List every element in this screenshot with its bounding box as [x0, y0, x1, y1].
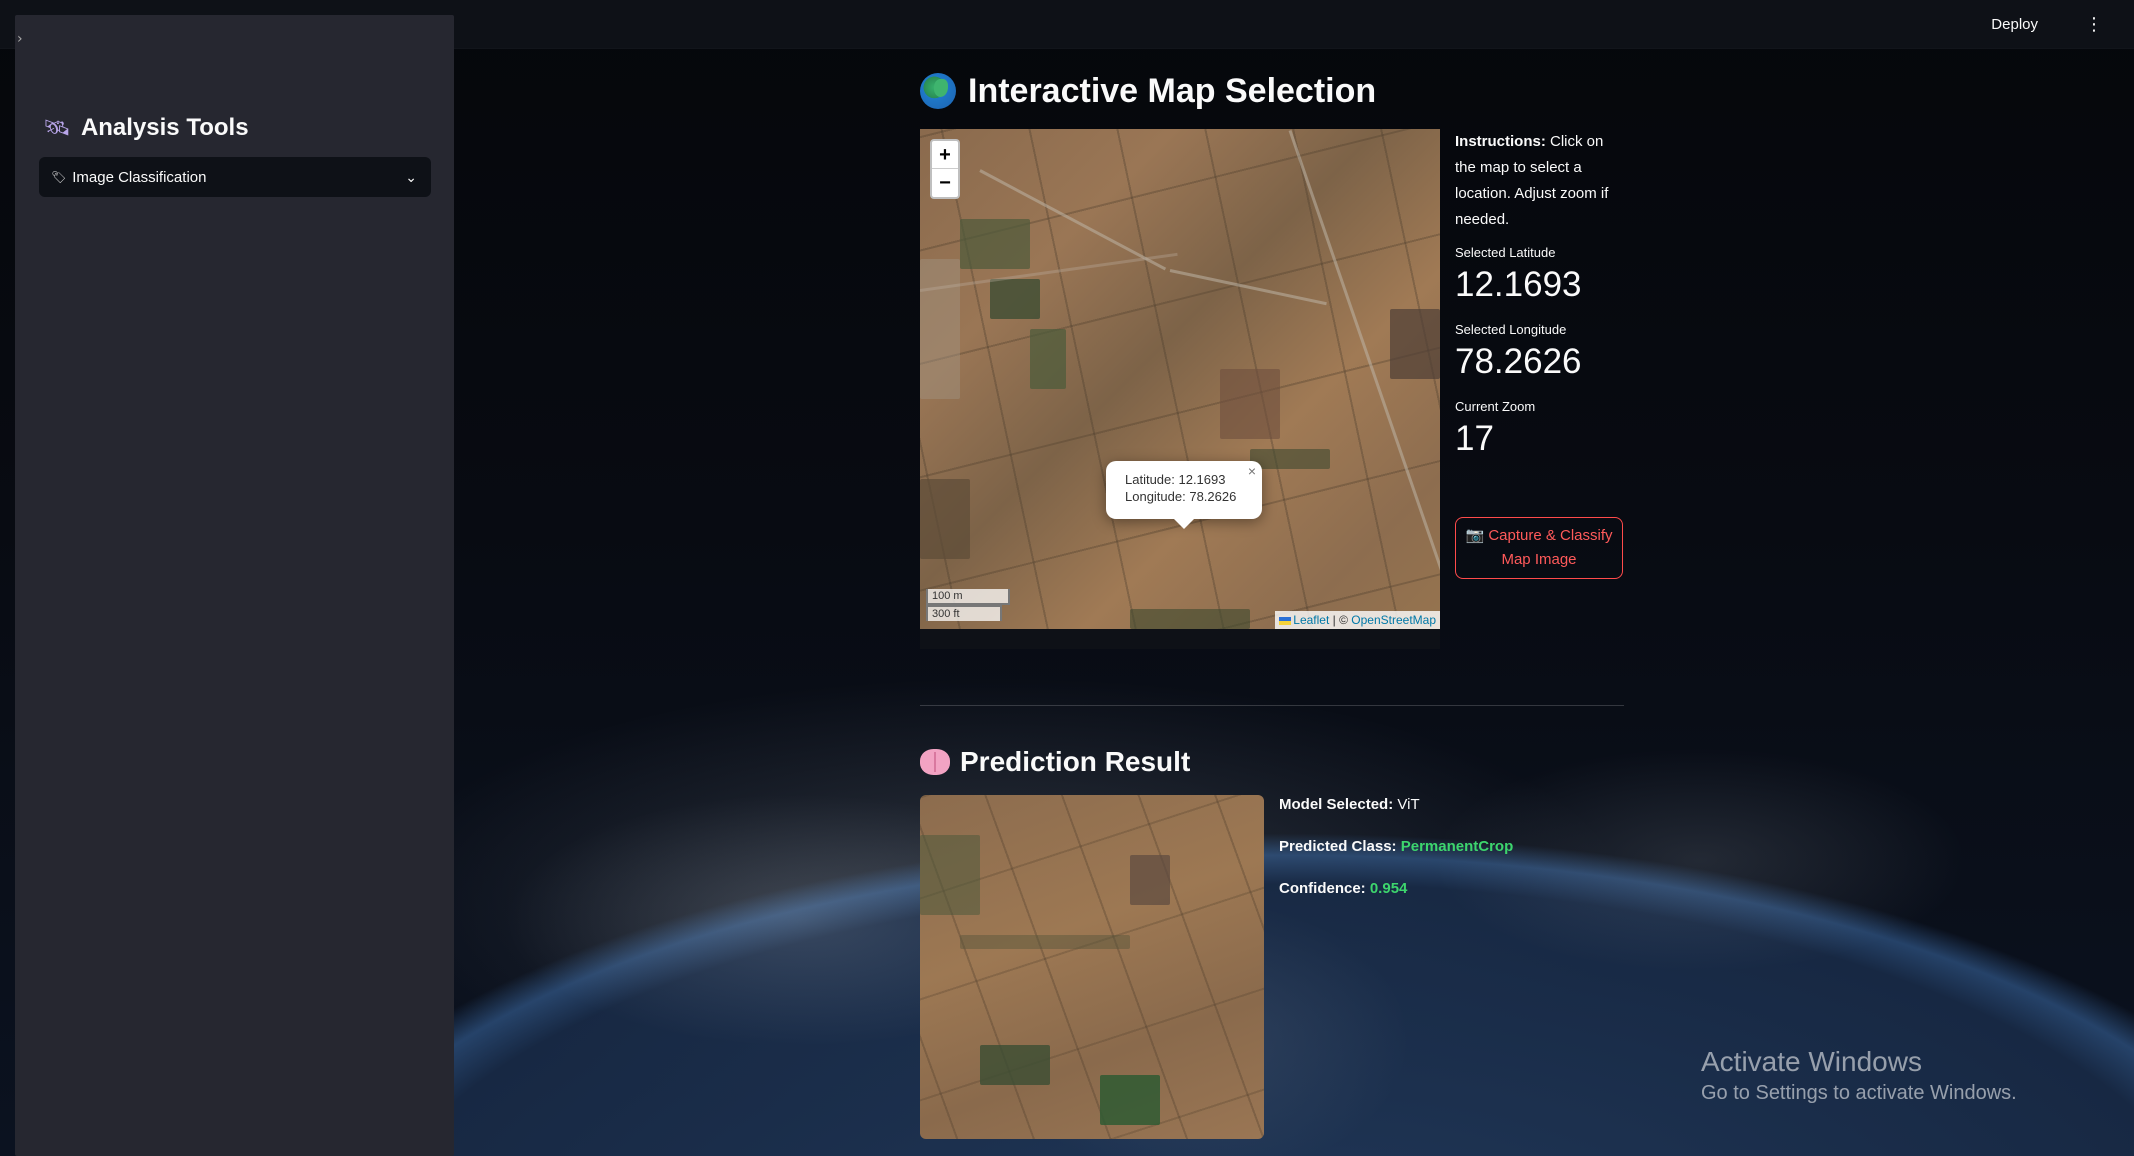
main-content: Interactive Map Selection + − × Latitude…: [920, 0, 1624, 1156]
image-vegetation-patch: [920, 835, 980, 915]
chevron-down-icon[interactable]: ⌄: [405, 169, 417, 186]
zoom-metric-label: Current Zoom: [1455, 399, 1536, 414]
brain-icon: [920, 749, 950, 775]
predicted-class-value: PermanentCrop: [1400, 838, 1514, 855]
scale-metric: 100 m: [926, 589, 1010, 605]
analysis-type-select[interactable]: 🏷 Image Classification ⌄: [39, 157, 431, 197]
confidence-row: Confidence: 0.954: [1279, 879, 1513, 921]
popup-latitude: Latitude: 12.1693: [1125, 472, 1226, 487]
zoom-in-button[interactable]: +: [932, 141, 958, 169]
satellite-icon: 🛰: [43, 115, 71, 141]
app-root: Deploy ⋮ › 🛰 Analysis Tools 🏷 Image Clas…: [0, 0, 2134, 1156]
main-menu-icon[interactable]: ⋮: [2082, 12, 2106, 38]
location-popup: × Latitude: 12.1693 Longitude: 78.2626: [1106, 461, 1262, 529]
longitude-metric-label: Selected Longitude: [1455, 322, 1567, 337]
image-vegetation-patch: [980, 1045, 1050, 1085]
ukraine-flag-icon: [1279, 616, 1292, 625]
latitude-metric-value: 12.1693: [1455, 265, 1582, 304]
globe-icon: [920, 73, 956, 109]
map-vegetation-patch: [990, 279, 1040, 319]
map-field-patch: [1220, 369, 1280, 439]
map-attribution: Leaflet | © OpenStreetMap: [1275, 611, 1440, 629]
deploy-button[interactable]: Deploy: [1985, 12, 2044, 38]
map-container: + − × Latitude: 12.1693 Longitude: 78.26…: [920, 129, 1440, 649]
openstreetmap-link[interactable]: OpenStreetMap: [1351, 613, 1436, 627]
model-selected-row: Model Selected: ViT: [1279, 795, 1513, 837]
map-dark-field-patch: [1390, 309, 1440, 379]
map-scale-bar: 100 m 300 ft: [926, 589, 1010, 621]
zoom-metric-value: 17: [1455, 419, 1494, 458]
prediction-details: Model Selected: ViT Predicted Class: Per…: [1279, 795, 1513, 921]
capture-classify-button[interactable]: 📷 Capture & Classify Map Image: [1455, 517, 1623, 579]
image-tree-row: [960, 935, 1130, 949]
sidebar: › 🛰 Analysis Tools 🏷 Image Classificatio…: [15, 15, 454, 1156]
map-vegetation-patch: [1030, 329, 1066, 389]
confidence-label: Confidence:: [1279, 880, 1366, 897]
sidebar-title-text: Analysis Tools: [80, 114, 249, 141]
map-section-title: Interactive Map Selection: [968, 71, 1377, 110]
camera-icon: 📷: [1465, 527, 1485, 544]
longitude-metric-value: 78.2626: [1455, 342, 1582, 381]
watermark-line-2: Go to Settings to activate Windows.: [1701, 1082, 2017, 1104]
sidebar-title: 🛰 Analysis Tools: [43, 111, 249, 145]
sidebar-collapse-icon[interactable]: ›: [17, 31, 23, 47]
map-section-heading: Interactive Map Selection: [920, 68, 1376, 114]
confidence-value: 0.954: [1369, 880, 1408, 897]
close-icon[interactable]: ×: [1248, 463, 1256, 480]
image-dark-field-patch: [1130, 855, 1170, 905]
prediction-title: Prediction Result: [960, 746, 1191, 777]
latitude-metric-label: Selected Latitude: [1455, 245, 1556, 260]
model-selected-label: Model Selected:: [1279, 796, 1394, 813]
map-info-panel: Instructions: Click on the map to select…: [1455, 129, 1625, 464]
prediction-heading: Prediction Result: [920, 741, 1190, 783]
watermark-line-1: Activate Windows: [1701, 1046, 1922, 1077]
satellite-map[interactable]: + − × Latitude: 12.1693 Longitude: 78.26…: [920, 129, 1440, 629]
zoom-out-button[interactable]: −: [932, 169, 958, 197]
map-tree-row: [1130, 609, 1250, 629]
model-selected-value: ViT: [1397, 796, 1420, 813]
attribution-separator: | ©: [1329, 613, 1352, 627]
leaflet-link[interactable]: Leaflet: [1293, 613, 1329, 627]
capture-classify-label: Capture & Classify Map Image: [1488, 527, 1613, 568]
captured-map-image: [920, 795, 1264, 1139]
map-zoom-control: + −: [930, 139, 960, 199]
analysis-type-select-value: Image Classification: [72, 168, 207, 186]
windows-activation-watermark: Activate Windows Go to Settings to activ…: [1701, 1044, 2017, 1106]
instructions-text: Instructions: Click on the map to select…: [1455, 129, 1625, 233]
map-tree-row: [1250, 449, 1330, 469]
predicted-class-row: Predicted Class: PermanentCrop: [1279, 837, 1513, 879]
label-tag-icon: 🏷: [51, 170, 67, 184]
map-bare-patch: [920, 259, 960, 399]
image-green-field-patch: [1100, 1075, 1160, 1125]
section-divider: [920, 705, 1624, 706]
predicted-class-label: Predicted Class:: [1279, 838, 1397, 855]
popup-longitude: Longitude: 78.2626: [1125, 489, 1237, 504]
map-field-patch: [920, 479, 970, 559]
map-vegetation-patch: [960, 219, 1030, 269]
instructions-label: Instructions:: [1455, 133, 1546, 150]
scale-imperial: 300 ft: [926, 605, 1002, 621]
map-road: [1169, 269, 1327, 306]
